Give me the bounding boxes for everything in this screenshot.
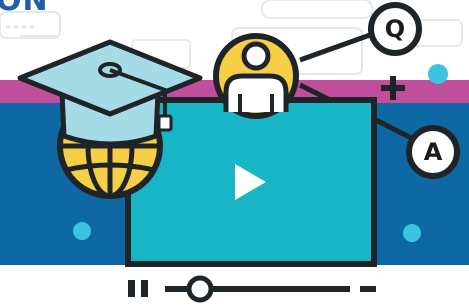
heading-fragment: ON <box>0 0 49 18</box>
progress-handle[interactable] <box>186 275 214 303</box>
elearning-illustration: ON Q A <box>0 0 469 305</box>
answer-label: A <box>423 138 443 166</box>
accent-dot <box>73 222 91 240</box>
background-dots <box>6 25 34 29</box>
user-avatar-icon <box>213 33 299 119</box>
question-label: Q <box>384 15 406 43</box>
accent-dot <box>428 64 448 84</box>
pause-icon[interactable] <box>128 280 148 297</box>
accent-dot <box>403 224 421 242</box>
